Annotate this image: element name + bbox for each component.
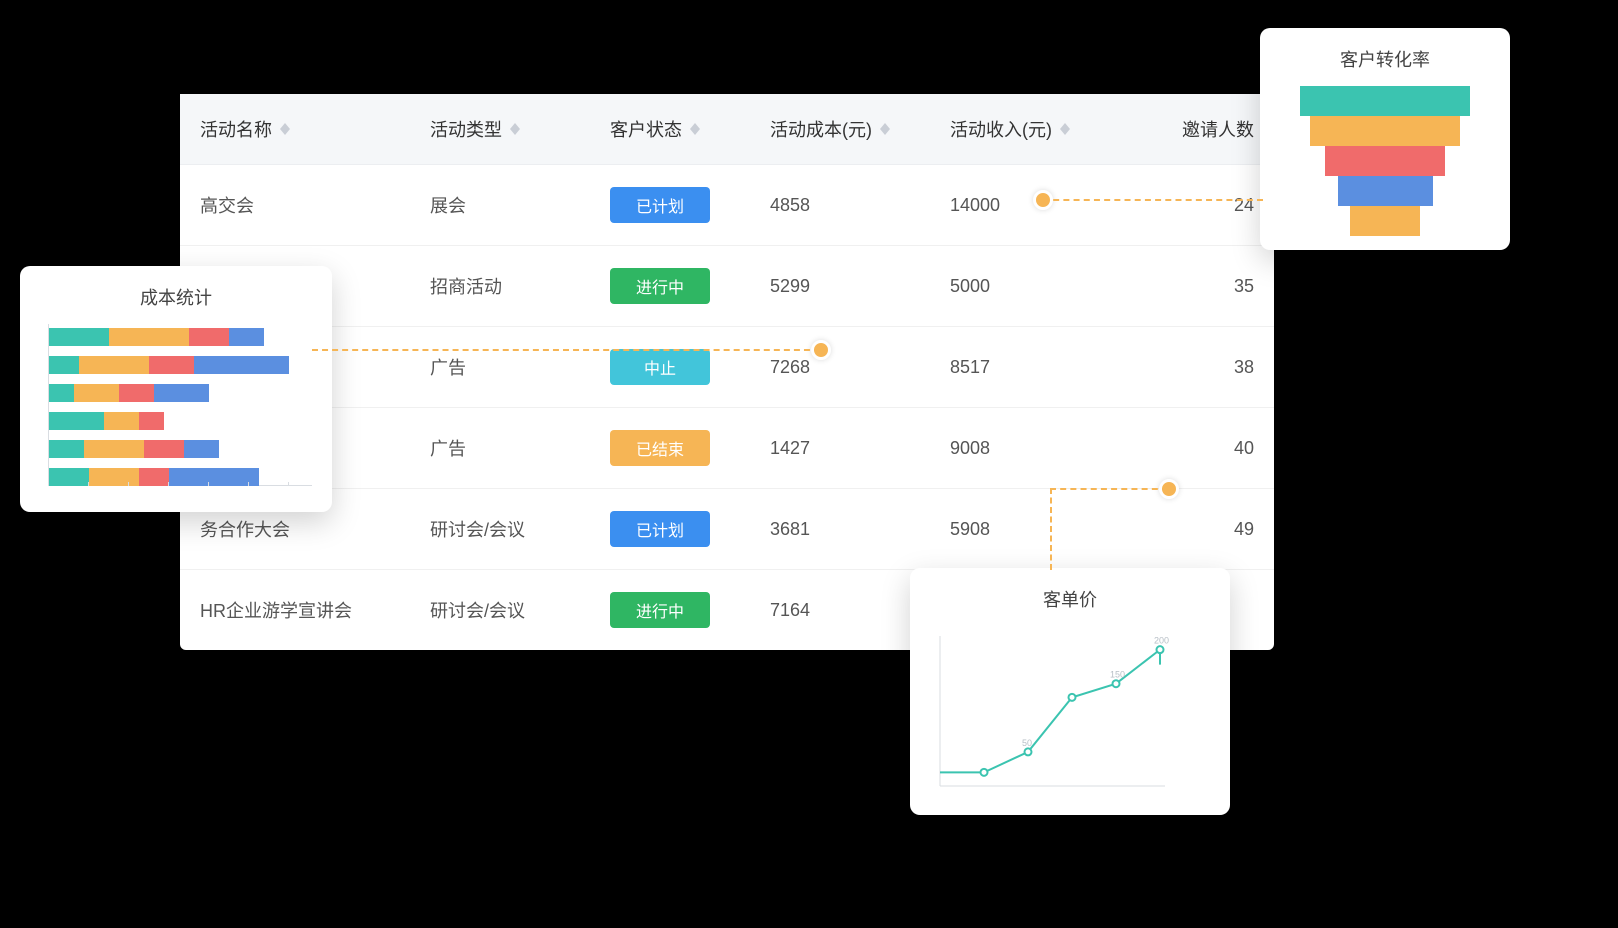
svg-text:50: 50	[1022, 738, 1032, 748]
cell-type: 研讨会/会议	[410, 570, 590, 651]
cell-income: 5000	[930, 246, 1110, 327]
table-row[interactable]: 广告中止 7268851738	[180, 327, 1274, 408]
connector-line	[1050, 488, 1052, 570]
cell-name: HR企业游学宣讲会	[180, 570, 410, 651]
cell-status: 中止	[590, 327, 750, 408]
cell-invite: 24	[1110, 165, 1274, 246]
svg-text:150: 150	[1110, 670, 1125, 680]
status-badge: 已计划	[610, 187, 710, 223]
status-badge: 中止	[610, 349, 710, 385]
status-badge: 进行中	[610, 268, 710, 304]
sort-icon[interactable]	[1060, 123, 1070, 135]
cell-income: 8517	[930, 327, 1110, 408]
cost-stats-title: 成本统计	[40, 284, 312, 310]
cell-type: 招商活动	[410, 246, 590, 327]
cell-income: 9008	[930, 408, 1110, 489]
table-row[interactable]: 务合作大会研讨会/会议已计划3681590849	[180, 489, 1274, 570]
activity-table-card: 活动名称 活动类型	[180, 94, 1274, 650]
col-header-invite-label: 邀请人数	[1182, 116, 1254, 142]
table-row[interactable]: 招商活动招商活动进行中5299500035	[180, 246, 1274, 327]
cost-stats-card: 成本统计	[20, 266, 332, 512]
cell-cost: 4858	[750, 165, 930, 246]
cell-invite: 40	[1110, 408, 1274, 489]
status-badge: 已结束	[610, 430, 710, 466]
connector-line	[1043, 199, 1263, 201]
connector-line	[312, 349, 820, 351]
cost-stats-chart	[40, 324, 312, 498]
cell-status: 已结束	[590, 408, 750, 489]
cell-type: 广告	[410, 327, 590, 408]
col-header-name-label: 活动名称	[200, 116, 272, 142]
conversion-funnel-card: 客户转化率	[1260, 28, 1510, 250]
cell-cost: 5299	[750, 246, 930, 327]
status-badge: 已计划	[610, 511, 710, 547]
unit-price-title: 客单价	[930, 586, 1210, 612]
cell-cost: 7268	[750, 327, 930, 408]
cell-cost: 1427	[750, 408, 930, 489]
col-header-cost[interactable]: 活动成本(元)	[750, 94, 930, 165]
cell-type: 广告	[410, 408, 590, 489]
table-row[interactable]: 高交会展会已计划 48581400024	[180, 165, 1274, 246]
col-header-cost-label: 活动成本(元)	[770, 116, 872, 142]
sort-icon[interactable]	[880, 123, 890, 135]
cell-invite: 35	[1110, 246, 1274, 327]
cell-type: 研讨会/会议	[410, 489, 590, 570]
col-header-type-label: 活动类型	[430, 116, 502, 142]
col-header-status[interactable]: 客户状态	[590, 94, 750, 165]
svg-text:200: 200	[1154, 636, 1169, 646]
cell-invite: 49	[1110, 489, 1274, 570]
sort-icon[interactable]	[510, 123, 520, 135]
cell-status: 进行中	[590, 570, 750, 651]
cell-invite: 38	[1110, 327, 1274, 408]
cell-status: 已计划	[590, 165, 750, 246]
col-header-invite[interactable]: 邀请人数	[1110, 94, 1274, 165]
col-header-income[interactable]: 活动收入(元)	[930, 94, 1110, 165]
table-header-row: 活动名称 活动类型	[180, 94, 1274, 165]
connector-line	[1050, 488, 1168, 490]
cell-status: 进行中	[590, 246, 750, 327]
sort-icon[interactable]	[280, 123, 290, 135]
cell-income: 5908	[930, 489, 1110, 570]
col-header-income-label: 活动收入(元)	[950, 116, 1052, 142]
cell-cost: 3681	[750, 489, 930, 570]
status-badge: 进行中	[610, 592, 710, 628]
cell-income: 14000	[930, 165, 1110, 246]
cell-status: 已计划	[590, 489, 750, 570]
col-header-name[interactable]: 活动名称	[180, 94, 410, 165]
unit-price-card: 客单价 50 150 200	[910, 568, 1230, 815]
col-header-status-label: 客户状态	[610, 116, 682, 142]
sort-icon[interactable]	[690, 123, 700, 135]
cell-cost: 7164	[750, 570, 930, 651]
unit-price-chart: 50 150 200	[930, 626, 1170, 796]
col-header-type[interactable]: 活动类型	[410, 94, 590, 165]
cell-name: 高交会	[180, 165, 410, 246]
activity-table: 活动名称 活动类型	[180, 94, 1274, 650]
conversion-funnel-title: 客户转化率	[1280, 46, 1490, 72]
table-row[interactable]: 告推广广告已结束1427900840	[180, 408, 1274, 489]
conversion-funnel-chart	[1280, 86, 1490, 236]
cell-type: 展会	[410, 165, 590, 246]
